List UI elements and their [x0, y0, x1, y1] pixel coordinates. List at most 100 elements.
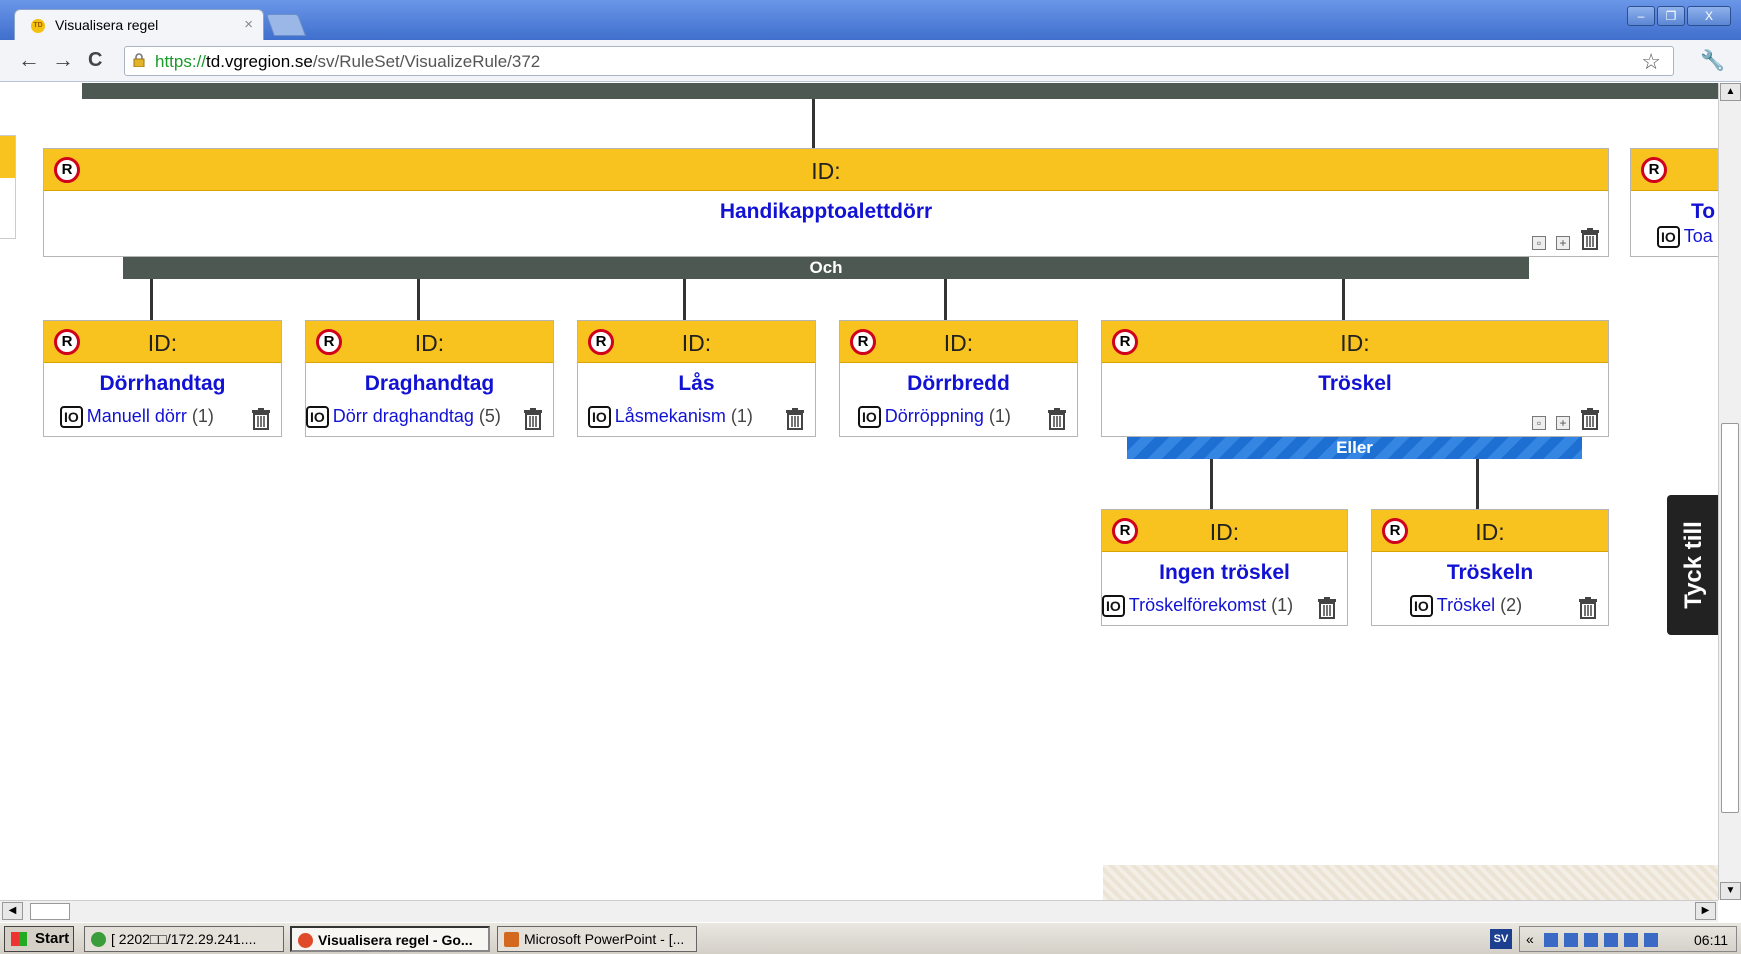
io-link[interactable]: IO Dörröppning (1) [858, 406, 1011, 428]
io-link[interactable]: IO Tröskel (2) [1410, 595, 1522, 617]
io-badge-icon: IO [1102, 595, 1125, 617]
connector-line [1476, 459, 1479, 509]
rule-visualization: R ID: Handikapptoalettdörr ▫ + R To IO To… [0, 83, 1718, 900]
tab-title: Visualisera regel [55, 17, 159, 33]
trash-icon[interactable] [1317, 597, 1337, 619]
add-icon[interactable]: + [1556, 416, 1570, 430]
node-title[interactable]: Lås [578, 372, 815, 396]
connector-line [812, 99, 815, 151]
connector-line [944, 279, 947, 321]
bookmark-star-icon[interactable]: ☆ [1641, 49, 1661, 75]
chrome-icon [91, 932, 106, 947]
taskbar-item-active[interactable]: Visualisera regel - Go... [290, 926, 490, 952]
minimize-button[interactable]: – [1627, 6, 1655, 26]
rule-node-child: R ID: Tröskel ▫ + [1101, 320, 1609, 437]
scroll-up-icon[interactable]: ▲ [1720, 83, 1741, 101]
id-label: ID: [414, 330, 445, 356]
vertical-scrollbar[interactable]: ▲ ▼ [1718, 83, 1741, 900]
browser-tab[interactable]: TD Visualisera regel × [14, 9, 264, 40]
trash-icon[interactable] [1580, 228, 1600, 250]
scroll-right-icon[interactable]: ▶ [1695, 902, 1716, 920]
tray-icons[interactable] [1544, 933, 1664, 947]
address-bar[interactable]: https://td.vgregion.se/sv/RuleSet/Visual… [124, 46, 1674, 76]
node-title[interactable]: To [1631, 200, 1718, 224]
io-link[interactable]: IO Toa [1657, 226, 1713, 248]
connector-line [1210, 459, 1213, 509]
tray-expand-icon[interactable]: « [1526, 931, 1534, 947]
id-label: ID: [147, 330, 178, 356]
new-tab-button[interactable] [265, 14, 307, 36]
node-title[interactable]: Ingen tröskel [1102, 561, 1347, 585]
restore-button[interactable]: ❐ [1657, 6, 1685, 26]
rule-node-grandchild: R ID: Tröskeln IO Tröskel (2) [1371, 509, 1609, 626]
rule-node-child: R ID: Dörrhandtag IO Manuell dörr (1) [43, 320, 282, 437]
io-badge-icon: IO [60, 406, 83, 428]
back-arrow-icon[interactable]: ← [18, 48, 40, 72]
chrome-icon [298, 933, 313, 948]
node-tools: ▫ + [1532, 228, 1600, 250]
trash-icon[interactable] [523, 408, 543, 430]
taskbar-item[interactable]: [ 2202□□/172.29.241.... [84, 926, 284, 952]
close-window-button[interactable]: X [1687, 6, 1731, 26]
id-label: ID: [1209, 519, 1240, 545]
copy-icon[interactable]: ▫ [1532, 236, 1546, 250]
browser-toolbar: ← → C https://td.vgregion.se/sv/RuleSet/… [0, 40, 1741, 82]
parent-connector-bar [82, 83, 1718, 99]
scroll-down-icon[interactable]: ▼ [1720, 882, 1741, 900]
id-label: ID: [943, 330, 974, 356]
forward-arrow-icon[interactable]: → [52, 48, 74, 72]
and-connector: Och [123, 257, 1529, 279]
wrench-icon[interactable]: 🔧 [1700, 48, 1725, 73]
windows-logo-icon [11, 932, 27, 946]
clock: 06:11 [1694, 932, 1728, 948]
node-title[interactable]: Tröskeln [1372, 561, 1608, 585]
io-link[interactable]: IO Dörr draghandtag (5) [306, 406, 501, 428]
rule-node-child: R ID: Dörrbredd IO Dörröppning (1) [839, 320, 1078, 437]
rule-node-root: R ID: Handikapptoalettdörr ▫ + [43, 148, 1609, 257]
io-badge-icon: IO [306, 406, 329, 428]
node-title[interactable]: Handikapptoalettdörr [44, 200, 1608, 224]
rule-node-grandchild: R ID: Ingen tröskel IO Tröskelförekomst (1… [1101, 509, 1348, 626]
add-icon[interactable]: + [1556, 236, 1570, 250]
trash-icon[interactable] [251, 408, 271, 430]
browser-title-bar: TD Visualisera regel × – ❐ X [0, 0, 1741, 40]
node-title[interactable]: Tröskel [1102, 372, 1608, 396]
trash-icon[interactable] [1580, 408, 1600, 430]
node-title[interactable]: Dörrbredd [840, 372, 1077, 396]
node-title[interactable]: Draghandtag [306, 372, 553, 396]
connector-line [417, 279, 420, 321]
io-link[interactable]: IO Tröskelförekomst (1) [1102, 595, 1293, 617]
taskbar-item[interactable]: Microsoft PowerPoint - [... [497, 926, 697, 952]
language-indicator[interactable]: SV [1490, 929, 1512, 949]
rule-node-child: R ID: Lås IO Låsmekanism (1) [577, 320, 816, 437]
horizontal-scroll-thumb[interactable] [30, 903, 70, 920]
windows-taskbar: Start [ 2202□□/172.29.241.... Visualiser… [0, 922, 1741, 954]
id-label: ID: [811, 158, 841, 184]
start-button[interactable]: Start [4, 926, 74, 952]
id-label: ID: [1475, 519, 1505, 545]
or-connector: Eller [1127, 437, 1582, 459]
trash-icon[interactable] [1047, 408, 1067, 430]
connector-line [150, 279, 153, 321]
tab-close-icon[interactable]: × [244, 16, 253, 33]
io-link[interactable]: IO Manuell dörr (1) [60, 406, 214, 428]
reload-icon[interactable]: C [88, 48, 102, 72]
powerpoint-icon [504, 932, 519, 947]
id-label: ID: [681, 330, 712, 356]
decorative-pattern [1103, 865, 1718, 900]
io-badge-icon: IO [1657, 226, 1680, 248]
io-link[interactable]: IO Låsmekanism (1) [588, 406, 753, 428]
rule-node-child: R ID: Draghandtag IO Dörr draghandtag (5) [305, 320, 554, 437]
node-title[interactable]: Dörrhandtag [44, 372, 281, 396]
horizontal-scrollbar[interactable]: ◀ ▶ [0, 900, 1718, 922]
id-label: ID: [1340, 330, 1370, 356]
feedback-button[interactable]: Tyck till [1667, 495, 1718, 635]
trash-icon[interactable] [1578, 597, 1598, 619]
copy-icon[interactable]: ▫ [1532, 416, 1546, 430]
trash-icon[interactable] [785, 408, 805, 430]
connector-line [683, 279, 686, 321]
vertical-scroll-thumb[interactable] [1721, 423, 1739, 813]
node-tools: ▫ + [1532, 408, 1600, 430]
io-badge-icon: IO [588, 406, 611, 428]
scroll-left-icon[interactable]: ◀ [2, 902, 23, 920]
